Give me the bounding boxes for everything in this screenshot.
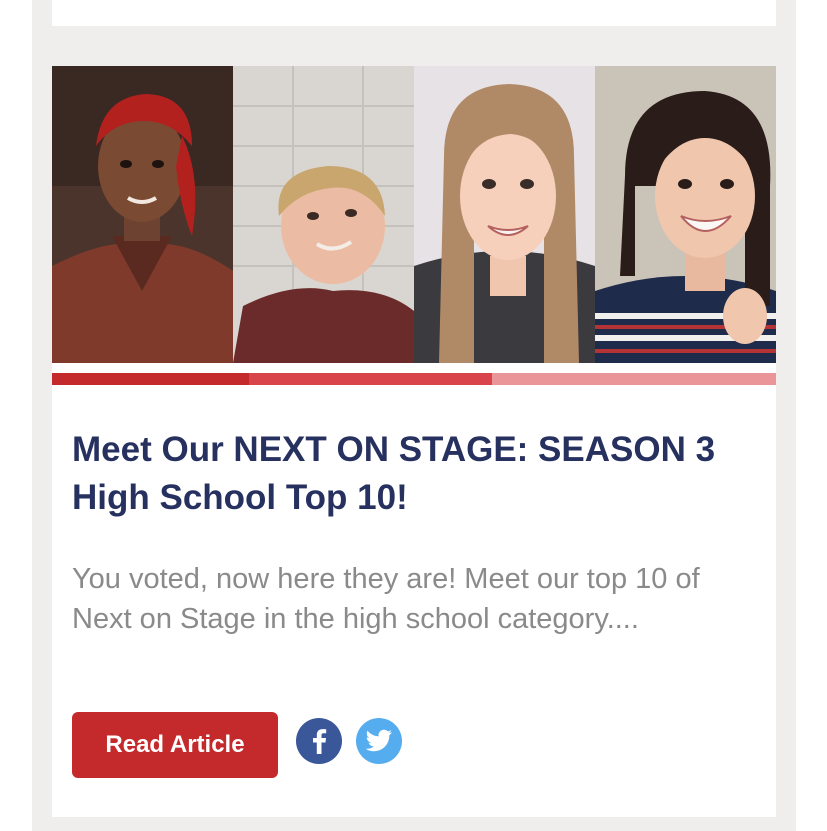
accent-segment-1 xyxy=(52,373,249,385)
article-hero-image[interactable] xyxy=(52,66,776,363)
twitter-icon xyxy=(365,729,392,752)
accent-segment-3 xyxy=(492,373,776,385)
twitter-share-button[interactable] xyxy=(356,718,402,764)
read-article-button[interactable]: Read Article xyxy=(72,712,278,778)
photo-contestant-2 xyxy=(233,66,414,363)
article-card: Meet Our NEXT ON STAGE: SEASON 3 High Sc… xyxy=(52,66,776,817)
facebook-icon xyxy=(313,729,327,754)
accent-bar xyxy=(52,373,776,385)
facebook-share-button[interactable] xyxy=(296,718,342,764)
previous-card xyxy=(52,0,776,26)
photo-contestant-1 xyxy=(52,66,233,363)
photo-contestant-3 xyxy=(414,66,595,363)
article-excerpt: You voted, now here they are! Meet our t… xyxy=(72,563,700,635)
accent-segment-2 xyxy=(249,373,492,385)
article-title[interactable]: Meet Our NEXT ON STAGE: SEASON 3 High Sc… xyxy=(72,426,762,522)
photo-contestant-4 xyxy=(595,66,776,363)
